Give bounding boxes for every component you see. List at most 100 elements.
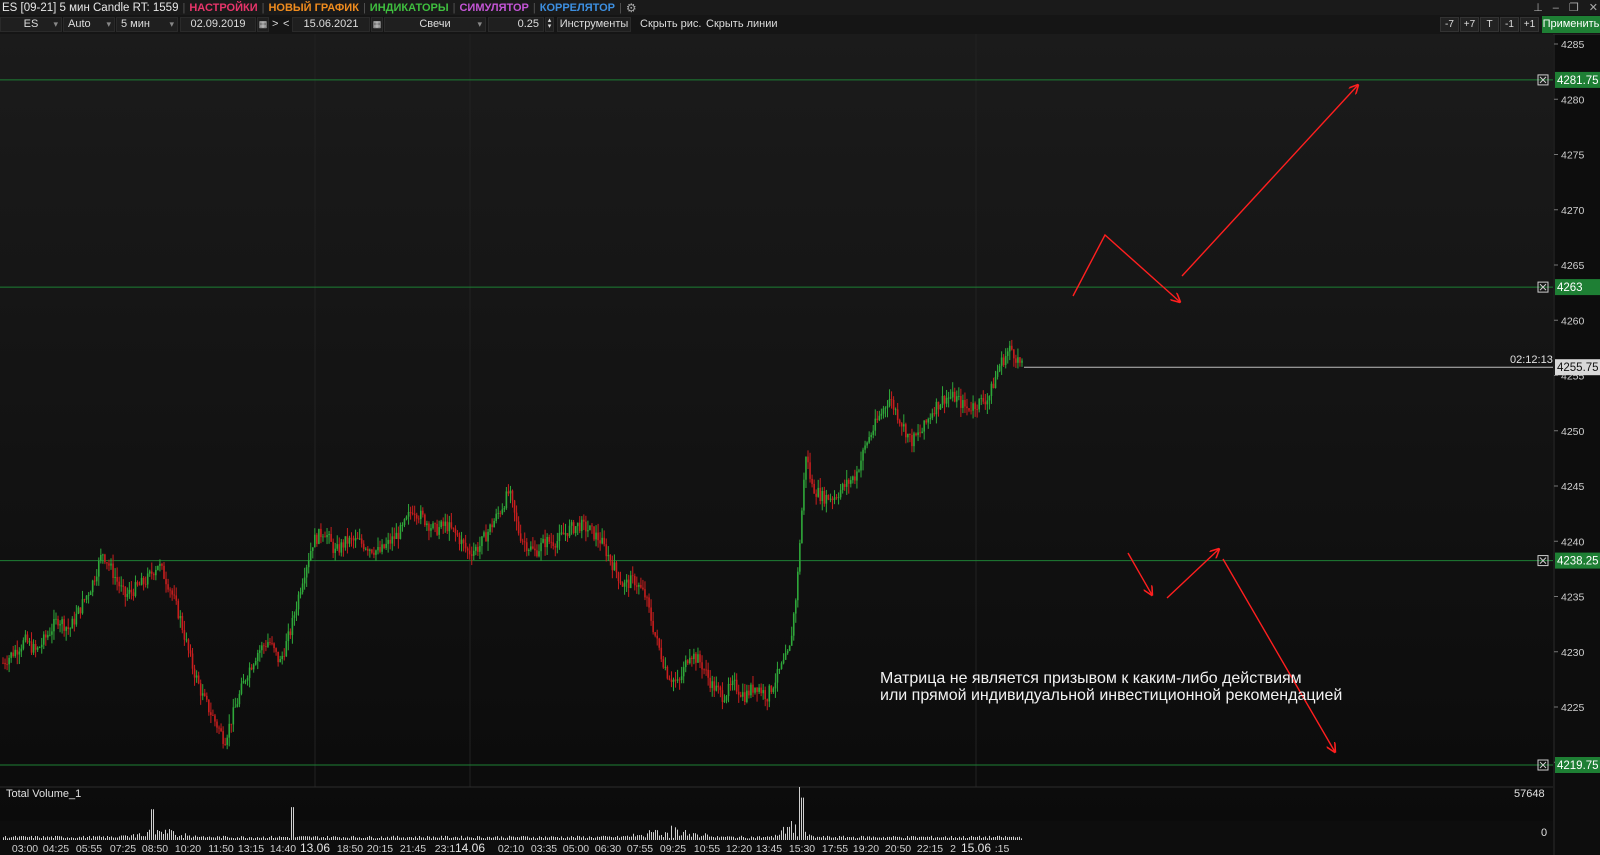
volume-bar [891,837,892,840]
volume-bar [877,837,878,840]
menu-indicators[interactable]: ИНДИКАТОРЫ [366,2,453,14]
candle-body [686,660,689,664]
candle-body [395,532,398,539]
menu-settings[interactable]: НАСТРОЙКИ [185,2,261,14]
volume-bar [287,836,288,840]
volume-bar [121,835,122,840]
today-button[interactable]: T [1480,17,1499,32]
candle-body [126,593,129,597]
candle-body [921,431,923,434]
volume-bar [923,836,924,840]
hide-lines-button[interactable]: Скрыть линии [706,17,778,32]
volume-bar [3,837,4,840]
volume-bar [605,836,606,840]
volume-bar [187,835,188,840]
symbol-select[interactable]: ES [0,17,62,32]
candle-body [955,396,958,402]
candle-body [911,435,913,447]
calendar-icon[interactable]: ▦ [257,17,269,32]
menu-simulator[interactable]: СИМУЛЯТОР [455,2,532,14]
candle-body [670,679,673,682]
volume-bar [29,836,30,840]
minimize-icon[interactable]: – [1553,2,1559,14]
next-button[interactable]: > [272,17,278,32]
candle-body [778,668,781,670]
price-axis[interactable]: 4285 4280 4275 4270 4265 4260 4255 4250 4245 4240… [1553,34,1585,855]
volume-indicator-label: Total Volume_1 [6,788,82,800]
candle-body [236,704,239,707]
volume-bar [845,838,846,840]
candle-body [379,546,381,552]
volume-bar [589,836,590,840]
restore-icon[interactable]: ❐ [1569,1,1579,14]
candle-body [727,683,730,697]
candle-body [866,442,868,446]
volume-bar [221,838,222,840]
calendar-icon[interactable]: ▦ [371,17,383,32]
date-to-input[interactable]: 15.06.2021 [292,17,370,32]
volume-bar [785,833,786,840]
volume-bar [981,837,982,840]
tick-size-input[interactable]: 0.25 [488,17,544,32]
hide-drawings-button[interactable]: Скрыть рис. [640,17,701,32]
candle-body [583,519,585,522]
volume-bar [941,837,942,840]
shift-plus-1-button[interactable]: +1 [1520,17,1539,32]
volume-bar [917,837,918,840]
volume-bar [205,837,206,840]
shift-plus-7-button[interactable]: +7 [1460,17,1479,32]
menu-new-chart[interactable]: НОВЫЙ ГРАФИК [264,2,362,14]
candle-body [898,420,901,424]
date-from-input[interactable]: 02.09.2019 [180,17,256,32]
volume-bar [435,837,436,840]
volume-bar [537,837,538,840]
menu-correlator[interactable]: КОРРЕЛЯТОР [536,2,619,14]
stepper-icon[interactable]: ▴ ▾ [545,17,554,32]
volume-bar [707,834,708,840]
candle-body [8,657,10,665]
candle-body [462,539,465,543]
volume-bar [909,837,910,840]
pin-icon[interactable]: ⊥ [1533,1,1543,14]
candle-body [664,666,667,668]
candle-body [269,642,271,644]
candle-body [318,528,320,544]
candle-body [731,680,734,686]
prev-button[interactable]: < [283,17,289,32]
instruments-button[interactable]: Инструменты [557,17,631,32]
volume-bar [207,837,208,840]
volume-bar [843,835,844,840]
candle-body [542,538,544,543]
candle-body [794,600,797,614]
apply-button[interactable]: Применить [1542,16,1600,33]
shift-minus-1-button[interactable]: -1 [1500,17,1519,32]
volume-bar [575,837,576,840]
volume-bar [865,838,866,840]
price-chart[interactable]: 02:12:134255.75 428542804275427042654260… [0,34,1600,855]
close-icon[interactable]: ✕ [1589,1,1598,14]
volume-bar [373,838,374,840]
time-axis[interactable]: 03:00 04:25 05:55 07:25 08:50 10:20 11:50 13:15… [12,841,1010,855]
volume-bar [985,836,986,840]
chart-type-select[interactable]: Свечи [384,17,486,32]
scale-select[interactable]: Auto [63,17,115,32]
volume-bar [99,835,100,840]
candle-body [868,437,870,443]
shift-minus-7-button[interactable]: -7 [1440,17,1459,32]
candle-body [827,494,830,500]
volume-bar [177,837,178,840]
price-tick-label: 4230 [1561,647,1585,659]
candle-body [377,546,379,551]
volume-bar [19,836,20,840]
volume-bar [609,836,610,840]
candle-body [367,548,369,551]
time-tick-label: 20:15 [367,843,393,855]
gears-icon[interactable]: ⚙ [622,1,637,15]
candle-body [248,667,251,678]
volume-bar [5,836,6,840]
volume-bar [663,837,664,840]
volume-bar [491,837,492,840]
timeframe-select[interactable]: 5 мин [116,17,178,32]
volume-bar [557,837,558,840]
candle-body [438,527,440,535]
